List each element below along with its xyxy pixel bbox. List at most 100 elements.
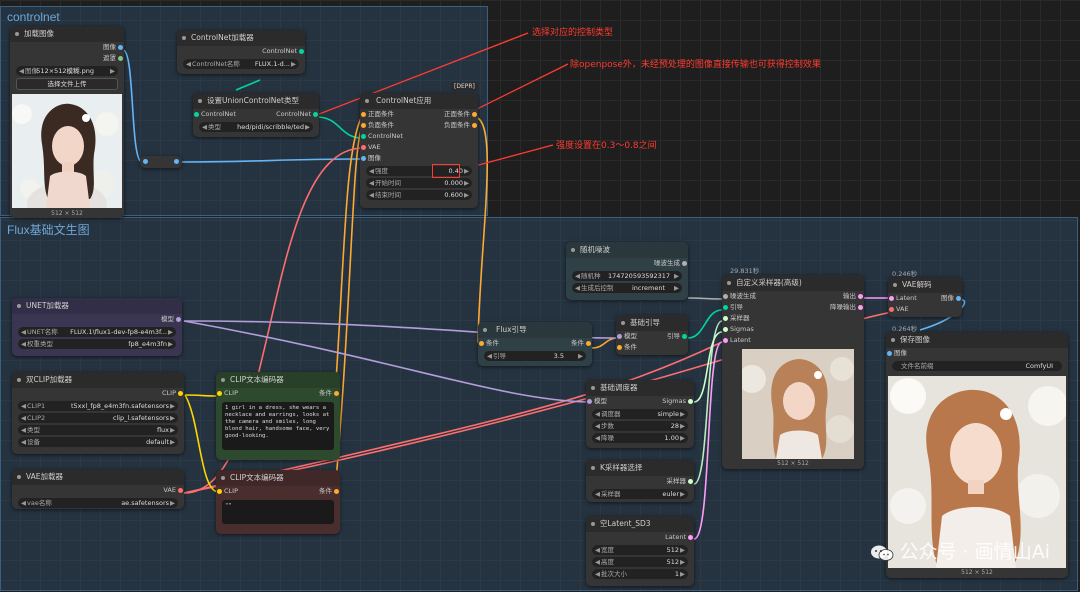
output-socket[interactable] [472, 123, 477, 128]
collapse-dot-icon[interactable] [17, 304, 21, 308]
arrow-left-icon[interactable]: ◀ [21, 413, 26, 423]
arrow-left-icon[interactable]: ◀ [202, 122, 207, 132]
output-socket[interactable] [299, 49, 304, 54]
arrow-left-icon[interactable]: ◀ [575, 271, 580, 281]
basic-guider-node[interactable]: 基础引导 模型 引导 条件 [616, 315, 688, 355]
output-socket[interactable] [118, 56, 123, 61]
batch-size-widget[interactable]: ◀ 批次大小 1 ▶ [592, 569, 688, 579]
controlnet-loader-node[interactable]: ControlNet加载器 ControlNet ◀ ControlNet名称 FL… [177, 30, 305, 74]
input-socket[interactable] [723, 294, 728, 299]
arrow-right-icon[interactable]: ▶ [291, 59, 296, 69]
input-socket[interactable] [217, 489, 222, 494]
arrow-left-icon[interactable]: ◀ [595, 545, 600, 555]
node-title[interactable]: Flux引导 [478, 322, 592, 338]
output-socket[interactable] [178, 391, 183, 396]
arrow-left-icon[interactable]: ◀ [595, 557, 600, 567]
start-time-widget[interactable]: ◀ 开始时间 0.000 ▶ [366, 178, 472, 188]
device-widget[interactable]: ◀ 设备 default ▶ [18, 437, 178, 447]
steps-widget[interactable]: ◀ 步数 28 ▶ [592, 421, 688, 431]
negative-prompt-textarea[interactable]: "" [222, 500, 334, 524]
node-title[interactable]: UNET加载器 [12, 298, 182, 314]
collapse-dot-icon[interactable] [591, 466, 595, 470]
output-socket[interactable] [682, 334, 687, 339]
output-socket[interactable] [688, 479, 693, 484]
arrow-right-icon[interactable]: ▶ [170, 401, 175, 411]
arrow-right-icon[interactable]: ▶ [464, 190, 469, 200]
node-title[interactable]: 加载图像 [10, 26, 124, 42]
controlnet-apply-node[interactable]: ControlNet应用 正面条件 正面条件 负面条件 负面条件 ControlNe… [360, 93, 478, 208]
arrow-left-icon[interactable]: ◀ [487, 351, 492, 361]
arrow-left-icon[interactable]: ◀ [21, 401, 26, 411]
node-title[interactable]: 基础引导 [616, 315, 688, 331]
reroute-output-socket[interactable] [174, 159, 179, 164]
collapse-dot-icon[interactable] [591, 522, 595, 526]
input-socket[interactable] [217, 391, 222, 396]
node-title[interactable]: 双CLIP加载器 [12, 372, 184, 388]
input-socket[interactable] [361, 123, 366, 128]
type-widget[interactable]: ◀ 类型 hed/pidi/scribble/ted ▶ [199, 122, 313, 132]
arrow-left-icon[interactable]: ◀ [21, 339, 26, 349]
vae-decode-node[interactable]: VAE解码 Latent 图像 VAE [888, 277, 962, 317]
input-socket[interactable] [723, 305, 728, 310]
upload-button[interactable]: 选择文件上传 [16, 78, 118, 90]
width-widget[interactable]: ◀ 宽度 512 ▶ [592, 545, 688, 555]
arrow-left-icon[interactable]: ◀ [595, 409, 600, 419]
denoise-widget[interactable]: ◀ 降噪 1.00 ▶ [592, 433, 688, 443]
arrow-right-icon[interactable]: ▶ [680, 569, 685, 579]
output-socket[interactable] [858, 305, 863, 310]
end-time-widget[interactable]: ◀ 结束时间 0.600 ▶ [366, 190, 472, 200]
node-title[interactable]: K采样器选择 [586, 460, 694, 476]
input-socket[interactable] [617, 345, 622, 350]
guidance-widget[interactable]: ◀ 引导 3.5 ▶ [484, 351, 586, 361]
ksampler-select-node[interactable]: K采样器选择 采样器 ◀ 采样器 euler ▶ [586, 460, 694, 502]
input-socket[interactable] [723, 338, 728, 343]
vae-loader-node[interactable]: VAE加载器 VAE ◀ vae名称 ae.safetensors ▶ [12, 469, 184, 509]
node-title[interactable]: CLIP文本编码器 [216, 470, 340, 486]
input-socket[interactable] [194, 112, 199, 117]
node-title[interactable]: ControlNet加载器 [177, 30, 305, 46]
input-socket[interactable] [361, 156, 366, 161]
input-socket[interactable] [723, 316, 728, 321]
arrow-left-icon[interactable]: ◀ [369, 178, 374, 188]
input-socket[interactable] [723, 327, 728, 332]
arrow-right-icon[interactable]: ▶ [170, 413, 175, 423]
arrow-left-icon[interactable]: ◀ [21, 327, 26, 337]
clip2-widget[interactable]: ◀ CLIP2 clip_l.safetensors ▶ [18, 413, 178, 423]
reroute-input-socket[interactable] [143, 159, 148, 164]
unet-loader-node[interactable]: UNET加载器 模型 ◀ UNET名称 FLUX.1\flux1-dev-fp8-e… [12, 298, 182, 356]
control-after-generate-widget[interactable]: ◀ 生成后控制 increment ▶ [572, 283, 682, 293]
node-title[interactable]: 保存图像 [886, 332, 1068, 348]
arrow-right-icon[interactable]: ▶ [168, 339, 173, 349]
clip-type-widget[interactable]: ◀ 类型 flux ▶ [18, 425, 178, 435]
node-title[interactable]: CLIP文本编码器 [216, 372, 340, 388]
arrow-right-icon[interactable]: ▶ [680, 409, 685, 419]
output-socket[interactable] [956, 296, 961, 301]
arrow-right-icon[interactable]: ▶ [680, 557, 685, 567]
sampler-custom-advanced-node[interactable]: 自定义采样器(高级) 噪波生成 输出 引导 降噪输出 采样器 Sigmas Late… [722, 275, 864, 469]
arrow-left-icon[interactable]: ◀ [21, 437, 26, 447]
node-title[interactable]: 自定义采样器(高级) [722, 275, 864, 291]
output-socket[interactable] [688, 399, 693, 404]
collapse-dot-icon[interactable] [891, 338, 895, 342]
collapse-dot-icon[interactable] [591, 386, 595, 390]
arrow-right-icon[interactable]: ▶ [680, 433, 685, 443]
controlnet-name-widget[interactable]: ◀ ControlNet名称 FLUX.1-d... ▶ [183, 59, 299, 69]
arrow-right-icon[interactable]: ▶ [680, 489, 685, 499]
input-socket[interactable] [479, 341, 484, 346]
node-title[interactable]: 空Latent_SD3 [586, 516, 694, 532]
input-socket[interactable] [887, 351, 892, 356]
reroute-node[interactable] [140, 156, 182, 168]
arrow-right-icon[interactable]: ▶ [680, 421, 685, 431]
collapse-dot-icon[interactable] [221, 378, 225, 382]
node-title[interactable]: 随机噪波 [566, 242, 688, 258]
output-socket[interactable] [688, 535, 693, 540]
arrow-right-icon[interactable]: ▶ [680, 545, 685, 555]
output-socket[interactable] [313, 112, 318, 117]
collapse-dot-icon[interactable] [893, 283, 897, 287]
arrow-right-icon[interactable]: ▶ [170, 425, 175, 435]
node-title[interactable]: VAE解码 [888, 277, 962, 293]
input-socket[interactable] [889, 296, 894, 301]
arrow-right-icon[interactable]: ▶ [110, 66, 115, 76]
basic-scheduler-node[interactable]: 基础调度器 模型 Sigmas ◀ 调度器 simple ▶ ◀ 步数 28 ▶ ◀ 降噪 1.0… [586, 380, 694, 448]
dual-clip-loader-node[interactable]: 双CLIP加载器 CLIP ◀ CLIP1 t5xxl_fp8_e4m3fn.saf… [12, 372, 184, 454]
